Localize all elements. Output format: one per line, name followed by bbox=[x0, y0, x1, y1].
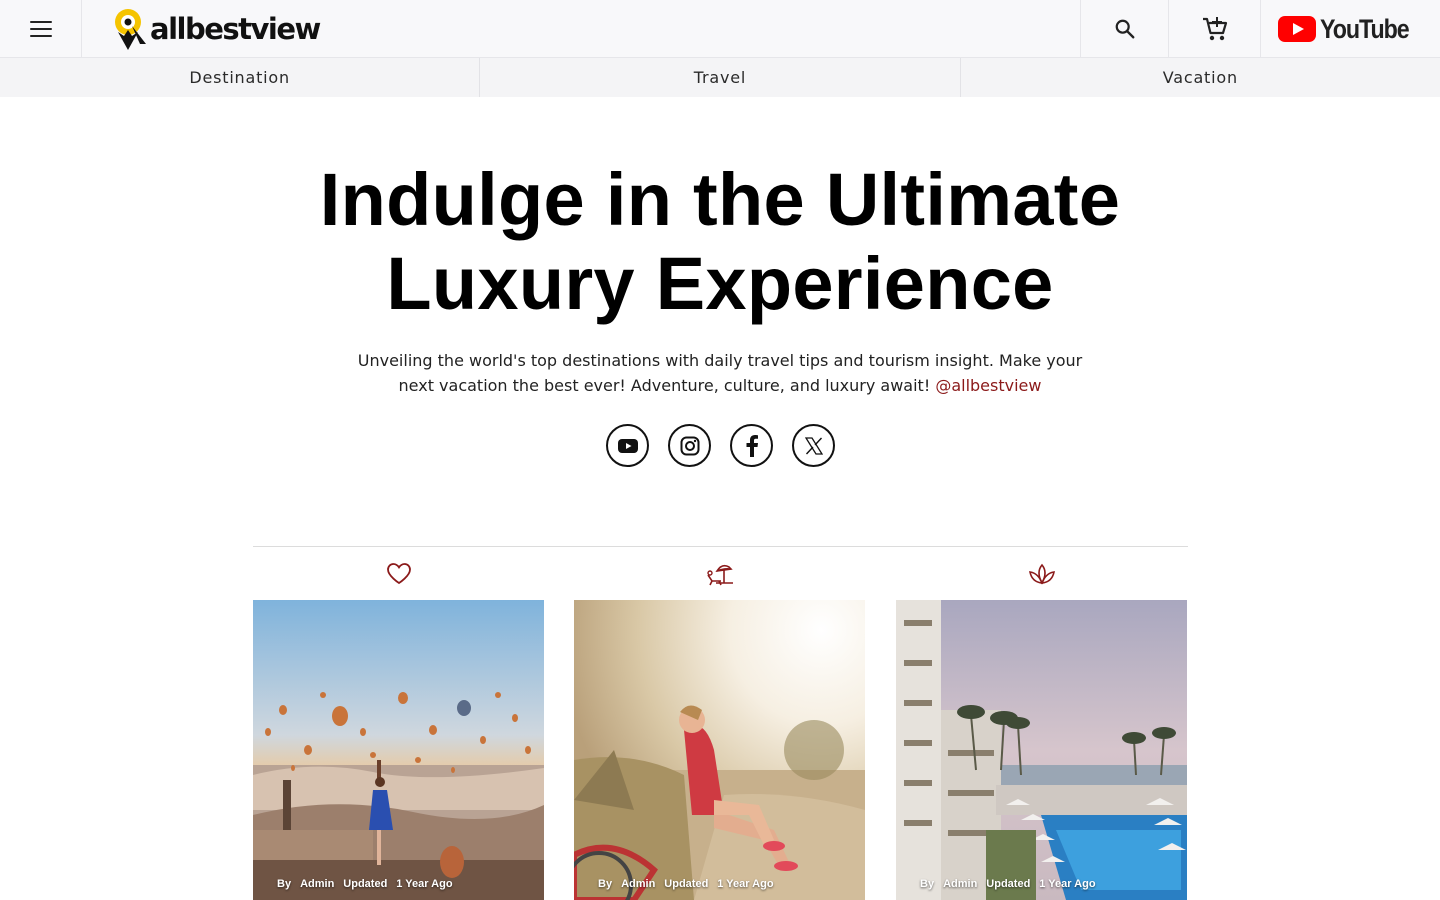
meta-updated: Updated bbox=[343, 878, 388, 890]
youtube-wordmark: YouTube bbox=[1319, 13, 1410, 44]
hero-title-line2: Luxury Experience bbox=[386, 242, 1054, 325]
social-facebook-button[interactable] bbox=[730, 424, 773, 467]
card-image[interactable]: By Admin Updated 1 Year Ago bbox=[896, 600, 1187, 900]
meta-by: By bbox=[920, 878, 935, 890]
site-logo[interactable]: allbestview bbox=[112, 6, 321, 52]
x-icon bbox=[804, 436, 823, 455]
resort-pool-photo bbox=[896, 600, 1187, 900]
card-meta: By Admin Updated 1 Year Ago bbox=[277, 878, 453, 890]
card-meta: By Admin Updated 1 Year Ago bbox=[598, 878, 774, 890]
lotus-icon bbox=[1028, 563, 1055, 585]
search-icon bbox=[1115, 19, 1134, 39]
site-header: allbestview YouTube bbox=[0, 0, 1440, 58]
meta-age: 1 Year Ago bbox=[396, 878, 453, 890]
hamburger-menu-icon bbox=[29, 21, 52, 37]
card-meta: By Admin Updated 1 Year Ago bbox=[920, 878, 1096, 890]
meta-updated: Updated bbox=[664, 878, 709, 890]
brand-wordmark: allbestview bbox=[150, 12, 321, 46]
nav-item-destination[interactable]: Destination bbox=[0, 58, 481, 97]
card-category bbox=[896, 547, 1187, 600]
meta-age: 1 Year Ago bbox=[1039, 878, 1096, 890]
meta-by: By bbox=[598, 878, 613, 890]
social-youtube-button[interactable] bbox=[606, 424, 649, 467]
card-image[interactable]: By Admin Updated 1 Year Ago bbox=[574, 600, 865, 900]
location-pin-logo-icon bbox=[115, 9, 146, 50]
category-nav: Destination Travel Vacation bbox=[0, 58, 1440, 97]
heart-icon bbox=[386, 562, 411, 584]
social-links bbox=[606, 424, 835, 467]
hero-title-line1: Indulge in the Ultimate bbox=[319, 158, 1121, 241]
social-instagram-button[interactable] bbox=[668, 424, 711, 467]
hero-subtitle: Unveiling the world's top destinations w… bbox=[340, 348, 1100, 398]
menu-button[interactable] bbox=[0, 0, 82, 58]
social-x-button[interactable] bbox=[792, 424, 835, 467]
balloons-photo bbox=[253, 600, 544, 900]
meta-author[interactable]: Admin bbox=[300, 878, 334, 890]
youtube-logo-icon bbox=[1277, 16, 1316, 42]
youtube-icon bbox=[617, 438, 638, 453]
instagram-icon bbox=[680, 436, 699, 455]
card-image[interactable]: By Admin Updated 1 Year Ago bbox=[253, 600, 544, 900]
relaxing-woman-photo bbox=[574, 600, 865, 900]
handle-link[interactable]: @allbestview bbox=[935, 376, 1041, 395]
meta-updated: Updated bbox=[986, 878, 1031, 890]
hero-title: Indulge in the Ultimate Luxury Experienc… bbox=[220, 158, 1220, 326]
card-relax[interactable]: By Admin Updated 1 Year Ago bbox=[574, 547, 865, 900]
nav-item-vacation[interactable]: Vacation bbox=[961, 58, 1440, 97]
card-category bbox=[574, 547, 865, 600]
nav-item-travel[interactable]: Travel bbox=[480, 58, 961, 97]
card-balloons[interactable]: By Admin Updated 1 Year Ago bbox=[253, 547, 544, 900]
youtube-link[interactable]: YouTube bbox=[1260, 0, 1440, 58]
meta-author[interactable]: Admin bbox=[621, 878, 655, 890]
card-category bbox=[253, 547, 544, 600]
search-button[interactable] bbox=[1080, 0, 1168, 58]
sunbed-umbrella-icon bbox=[706, 564, 733, 585]
featured-cards: By Admin Updated 1 Year Ago By Admin Upd… bbox=[253, 547, 1188, 900]
facebook-icon bbox=[746, 434, 758, 457]
card-resort[interactable]: By Admin Updated 1 Year Ago bbox=[896, 547, 1187, 900]
meta-age: 1 Year Ago bbox=[717, 878, 774, 890]
cart-button[interactable] bbox=[1168, 0, 1260, 58]
meta-by: By bbox=[277, 878, 292, 890]
meta-author[interactable]: Admin bbox=[943, 878, 977, 890]
add-to-cart-icon bbox=[1202, 17, 1227, 41]
